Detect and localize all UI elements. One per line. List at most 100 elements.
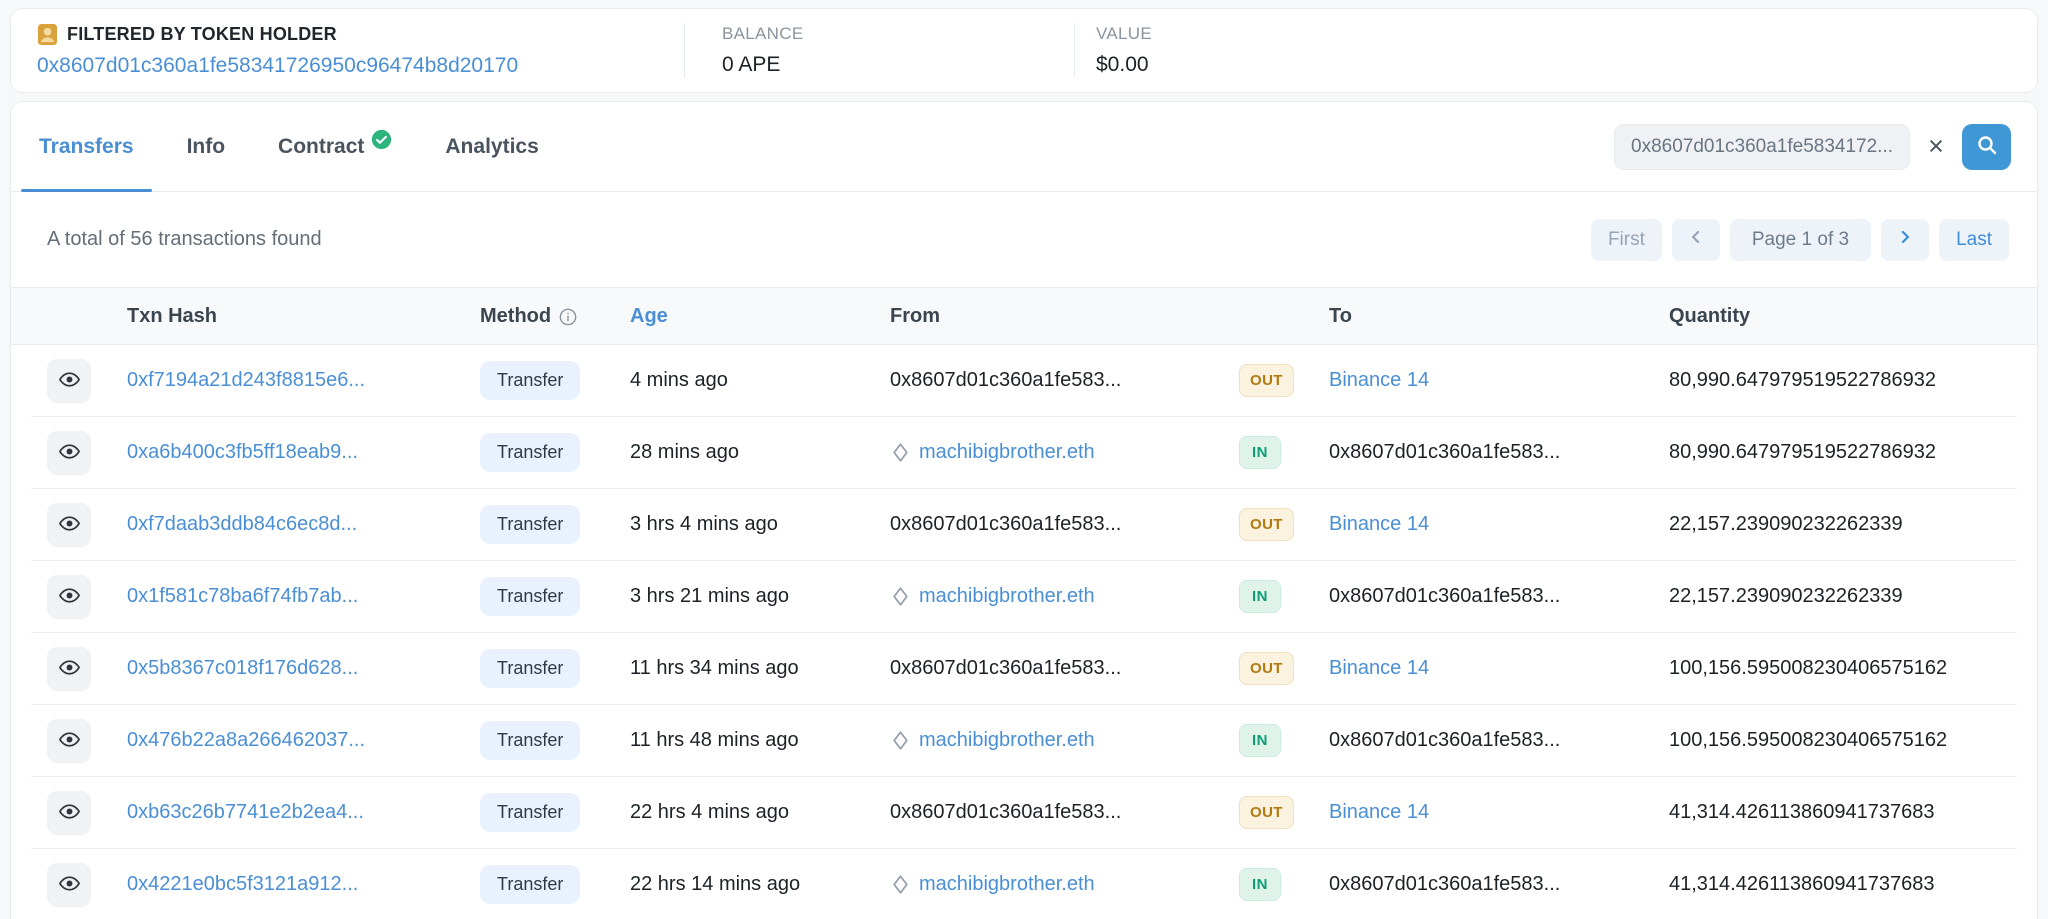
from-column-header: From (882, 305, 1230, 328)
to-text[interactable]: Binance 14 (1329, 657, 1429, 679)
eye-icon (58, 584, 81, 610)
filtered-by-label: FILTERED BY TOKEN HOLDER (67, 24, 337, 45)
eye-icon (58, 728, 81, 754)
preview-transaction-button[interactable] (47, 431, 91, 475)
method-badge: Transfer (480, 361, 580, 400)
search-icon (1975, 133, 1999, 160)
preview-transaction-button[interactable] (47, 503, 91, 547)
preview-transaction-button[interactable] (47, 575, 91, 619)
from-cell: machibigbrother.eth (882, 441, 1230, 464)
search-button[interactable] (1962, 124, 2011, 170)
first-page-button[interactable]: First (1591, 219, 1662, 261)
from-text[interactable]: machibigbrother.eth (919, 729, 1095, 752)
direction-badge: OUT (1239, 508, 1294, 541)
next-page-button[interactable] (1881, 219, 1929, 261)
to-text: 0x8607d01c360a1fe583... (1329, 585, 1560, 607)
tab-contract[interactable]: Contract (260, 102, 410, 191)
chevron-left-icon (1686, 227, 1706, 253)
from-text: 0x8607d01c360a1fe583... (890, 513, 1121, 536)
quantity-text: 100,156.595008230406575162 (1669, 729, 1947, 751)
info-icon[interactable] (558, 307, 578, 327)
quantity-text: 22,157.239090232262339 (1669, 513, 1903, 535)
transfers-card: Transfers Info Contract Analytics × (10, 101, 2038, 919)
token-holder-address-link[interactable]: 0x8607d01c360a1fe58341726950c96474b8d201… (37, 54, 684, 78)
from-text: 0x8607d01c360a1fe583... (890, 657, 1121, 680)
to-text[interactable]: Binance 14 (1329, 513, 1429, 535)
table-header: Txn Hash Method Age From To Quantity (11, 287, 2037, 345)
from-text[interactable]: machibigbrother.eth (919, 873, 1095, 896)
tab-info-label: Info (187, 135, 225, 159)
pagination: First Page 1 of 3 Last (1591, 219, 2009, 261)
direction-badge: IN (1239, 868, 1281, 901)
clear-search-button[interactable]: × (1917, 126, 1955, 168)
table-body: 0xf7194a21d243f8815e6... Transfer 4 mins… (31, 345, 2017, 919)
tab-analytics[interactable]: Analytics (427, 102, 556, 191)
preview-transaction-button[interactable] (47, 863, 91, 907)
direction-badge: OUT (1239, 796, 1294, 829)
tab-info[interactable]: Info (169, 102, 243, 191)
tab-analytics-label: Analytics (445, 135, 538, 159)
direction-badge: OUT (1239, 652, 1294, 685)
quantity-text: 100,156.595008230406575162 (1669, 657, 1947, 679)
age-text: 11 hrs 48 mins ago (630, 729, 799, 751)
table-row: 0x1f581c78ba6f74fb7ab... Transfer 3 hrs … (31, 561, 2017, 633)
last-page-button[interactable]: Last (1939, 219, 2009, 261)
age-column-header[interactable]: Age (622, 305, 882, 328)
txn-hash-link[interactable]: 0xb63c26b7741e2b2ea4... (127, 801, 364, 823)
txn-hash-link[interactable]: 0x4221e0bc5f3121a912... (127, 873, 358, 895)
chevron-right-icon (1895, 227, 1915, 253)
method-badge: Transfer (480, 505, 580, 544)
txn-hash-link[interactable]: 0xa6b400c3fb5ff18eab9... (127, 441, 358, 463)
search-input[interactable] (1614, 124, 1910, 170)
preview-transaction-button[interactable] (47, 791, 91, 835)
to-column-header: To (1325, 305, 1655, 328)
tab-contract-label: Contract (278, 135, 364, 159)
txn-hash-link[interactable]: 0x476b22a8a266462037... (127, 729, 365, 751)
txn-hash-link[interactable]: 0xf7daab3ddb84c6ec8d... (127, 513, 357, 535)
quantity-text: 80,990.647979519522786932 (1669, 369, 1936, 391)
value-section: VALUE $0.00 (1074, 23, 2037, 78)
table-row: 0x4221e0bc5f3121a912... Transfer 22 hrs … (31, 849, 2017, 919)
quantity-text: 80,990.647979519522786932 (1669, 441, 1936, 463)
previous-page-button[interactable] (1672, 219, 1720, 261)
value-value: $0.00 (1096, 53, 2037, 77)
txn-hash-link[interactable]: 0x1f581c78ba6f74fb7ab... (127, 585, 358, 607)
tab-transfers-label: Transfers (39, 135, 134, 159)
eye-icon (58, 800, 81, 826)
table-row: 0xb63c26b7741e2b2ea4... Transfer 22 hrs … (31, 777, 2017, 849)
to-text[interactable]: Binance 14 (1329, 801, 1429, 823)
preview-transaction-button[interactable] (47, 647, 91, 691)
summary-row: A total of 56 transactions found First P… (11, 192, 2037, 287)
method-badge: Transfer (480, 433, 580, 472)
table-row: 0xa6b400c3fb5ff18eab9... Transfer 28 min… (31, 417, 2017, 489)
ens-diamond-icon (890, 442, 911, 463)
tab-transfers[interactable]: Transfers (21, 102, 152, 191)
age-text: 11 hrs 34 mins ago (630, 657, 799, 679)
txn-hash-link[interactable]: 0xf7194a21d243f8815e6... (127, 369, 365, 391)
method-column-header: Method (472, 305, 622, 328)
quantity-text: 41,314.426113860941737683 (1669, 801, 1934, 823)
table-row: 0xf7daab3ddb84c6ec8d... Transfer 3 hrs 4… (31, 489, 2017, 561)
close-icon: × (1928, 131, 1944, 161)
from-cell: 0x8607d01c360a1fe583... (882, 513, 1230, 536)
from-cell: machibigbrother.eth (882, 585, 1230, 608)
from-text: 0x8607d01c360a1fe583... (890, 369, 1121, 392)
method-badge: Transfer (480, 649, 580, 688)
direction-badge: IN (1239, 436, 1281, 469)
age-text: 3 hrs 21 mins ago (630, 585, 789, 607)
to-text: 0x8607d01c360a1fe583... (1329, 441, 1560, 463)
to-text[interactable]: Binance 14 (1329, 369, 1429, 391)
from-text: 0x8607d01c360a1fe583... (890, 801, 1121, 824)
from-text[interactable]: machibigbrother.eth (919, 441, 1095, 464)
method-badge: Transfer (480, 793, 580, 832)
preview-transaction-button[interactable] (47, 719, 91, 763)
eye-icon (58, 656, 81, 682)
preview-transaction-button[interactable] (47, 359, 91, 403)
to-text: 0x8607d01c360a1fe583... (1329, 873, 1560, 895)
from-text[interactable]: machibigbrother.eth (919, 585, 1095, 608)
table-row: 0x476b22a8a266462037... Transfer 11 hrs … (31, 705, 2017, 777)
method-badge: Transfer (480, 865, 580, 904)
txn-hash-link[interactable]: 0x5b8367c018f176d628... (127, 657, 358, 679)
eye-icon (58, 440, 81, 466)
table-row: 0xf7194a21d243f8815e6... Transfer 4 mins… (31, 345, 2017, 417)
